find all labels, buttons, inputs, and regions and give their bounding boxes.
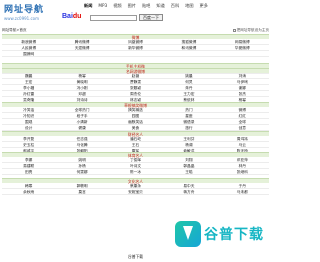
baidu-logo: Baidu — [62, 13, 82, 20]
logo-url: www.zc0991.com — [4, 16, 40, 21]
site-link — [55, 51, 109, 57]
category-section: 草根搞笑微博 冷笑话 全球热门 搞笑精选 热门 微博 冷知识 段子手 囧图 星座 红红 围观 小清新 幽默… — [2, 102, 269, 131]
footer-text: 谷普下载 — [127, 254, 144, 259]
link-grid: 新浪微博 腾讯微博 凤凰微博 搜狐微博 网易微博 人民微博 天涯微博 新华微博 和讯微博 华夏微博… — [2, 39, 269, 57]
link-grid: 魏晨 杨幂 赵薇 姚晨 刘涛 王宏 黄晓明 贾静雯 何炅 马伊琍 李小璐 冯小刚 张靓颖 朱丹 谢娜 孙红雷邓… — [2, 73, 269, 103]
link-grid: 李娜 姚明 丁俊晖 刘翔 邓亚萍 易建联 孙杨 叶诗文 郭晶晶 林丹 田亮 何雯娜 陈一冰 王皓 张继科 — [2, 157, 269, 175]
site-link[interactable]: 何雯娜 — [55, 169, 109, 175]
page: 网址导航 www.zc0991.com 新闻 MP3 视频 图片 贴吧 知道 百科 地图 更多 … — [0, 0, 271, 262]
set-homepage-link[interactable]: 把网址导航设为主页 — [232, 28, 269, 33]
site-link[interactable]: 陈一冰 — [108, 169, 163, 175]
watermark: 谷普下载 — [175, 218, 265, 250]
site-link[interactable]: 围脖网 — [2, 51, 56, 57]
search-input[interactable] — [90, 14, 137, 21]
site-link[interactable]: 马未都 — [215, 189, 269, 195]
site-link[interactable]: 田亮 — [2, 169, 56, 175]
site-link[interactable]: 王皓 — [162, 169, 216, 175]
category-section: 微博 新浪微博 腾讯微博 凤凰微博 搜狐微博 网易微博 人民微博 天涯微博 新华微博 和讯微博 华夏… — [2, 34, 269, 57]
site-link[interactable]: 蒋方舟 — [162, 189, 216, 195]
link-grid: 韩寒 郭敬明 蔡康永 易中天 于丹 余秋雨 莫言 安妮宝贝 蒋方舟 马未都 — [2, 183, 269, 195]
category-section: 名网游微博 魏晨 杨幂 赵薇 姚晨 刘涛 王宏 黄晓明 贾静雯 何炅 马伊琍 李小璐 冯小刚 张靓颖 朱丹谢… — [2, 68, 269, 103]
category-section: 体育名人 李娜 姚明 丁俊晖 刘翔 邓亚萍 易建联 孙杨 叶诗文 郭晶晶 林丹 田亮 何雯娜 陈一冰 王皓张… — [2, 152, 269, 175]
site-logo[interactable]: 网址导航 www.zc0991.com — [4, 2, 44, 21]
logo-title: 网址导航 — [4, 5, 45, 15]
site-link[interactable]: 莫言 — [55, 189, 109, 195]
nav-item[interactable]: 新闻 — [84, 3, 92, 9]
nav-item[interactable]: 地图 — [185, 3, 193, 9]
site-link — [108, 51, 163, 57]
nav-item[interactable]: 百科 — [171, 3, 179, 9]
link-grid: 冷笑话 全球热门 搞笑精选 热门 微博 冷知识 段子手 囧图 星座 红红 围观 小清新 幽默笑话 微语录全… — [2, 107, 269, 131]
nav-item[interactable]: 更多 — [200, 3, 208, 9]
top-nav: 新闻 MP3 视频 图片 贴吧 知道 百科 地图 更多 — [84, 3, 208, 9]
site-link[interactable]: 张继科 — [215, 169, 269, 175]
site-link — [215, 51, 269, 57]
watermark-logo-icon — [175, 221, 201, 247]
nav-item[interactable]: 知道 — [156, 3, 164, 9]
category-section: 财经名人 李开复 任志强 潘石屹 王利芬 周鸿祎 史玉柱 马化腾 王石 杨澜 马云 郎咸平 张朝阳 雷军俞… — [2, 131, 269, 154]
nav-item[interactable]: MP3 — [98, 3, 107, 9]
breadcrumb: 网址导航>首页 — [2, 27, 27, 32]
site-link — [162, 51, 216, 57]
breadcrumb-bar: 网址导航>首页 把网址导航设为主页 — [2, 27, 269, 33]
nav-item[interactable]: 视频 — [113, 3, 121, 9]
site-link[interactable]: 余秋雨 — [2, 189, 56, 195]
category-section: 文化名人 韩寒 郭敬明 蔡康永 易中天 于丹 余秋雨 莫言 安妮宝贝 蒋方舟 马未都 — [2, 178, 269, 195]
nav-item[interactable]: 贴吧 — [142, 3, 150, 9]
site-link[interactable]: 安妮宝贝 — [108, 189, 163, 195]
checkbox-icon — [232, 28, 236, 32]
watermark-text: 谷普下载 — [204, 227, 264, 243]
search-button[interactable]: 百度一下 — [139, 14, 163, 21]
search-bar: 百度一下 — [90, 14, 163, 21]
nav-item[interactable]: 图片 — [128, 3, 136, 9]
